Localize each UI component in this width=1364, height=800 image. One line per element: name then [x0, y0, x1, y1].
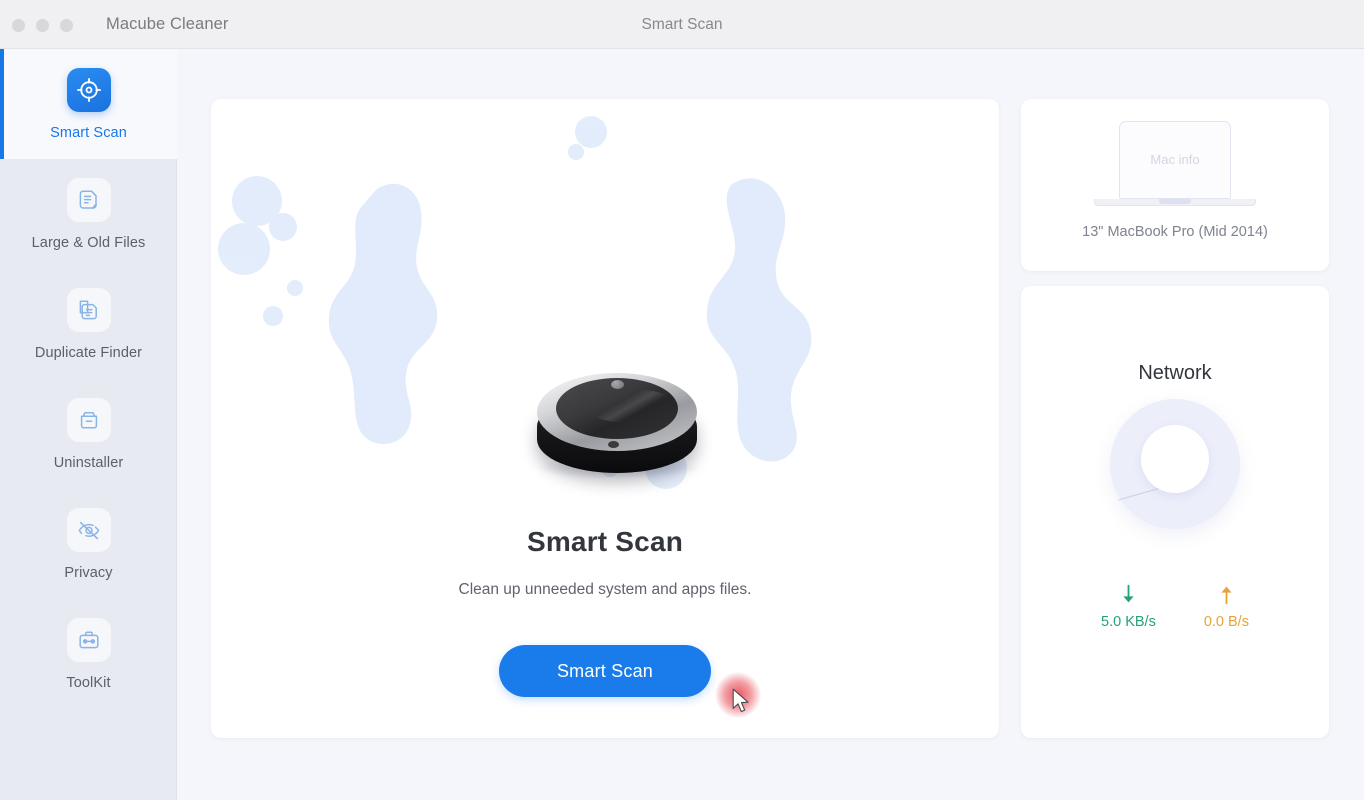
sidebar-item-label: Duplicate Finder: [34, 344, 143, 361]
robot-vacuum-illustration: [211, 99, 999, 519]
eye-off-icon: [66, 507, 111, 552]
robot-vacuum-device: [529, 365, 705, 481]
window-title: Smart Scan: [641, 16, 723, 33]
sidebar-item-large-and-old-files[interactable]: Large & Old Files: [0, 159, 177, 269]
sidebar-item-smart-scan[interactable]: Smart Scan: [0, 49, 177, 159]
target-scan-icon: [66, 67, 111, 112]
network-usage-donut: [1110, 399, 1240, 529]
upload-speed: 0.0 B/s: [1204, 584, 1249, 630]
title-bar: Macube Cleaner Smart Scan: [0, 0, 1364, 49]
network-card: Network 5.0 KB/s 0.0 B/s: [1021, 286, 1329, 738]
download-speed-value: 5.0 KB/s: [1101, 614, 1156, 630]
sidebar-item-label: Smart Scan: [50, 124, 127, 141]
macbook-icon: Mac info: [1021, 121, 1329, 213]
mouse-cursor: [732, 688, 751, 720]
sidebar-item-label: Privacy: [64, 564, 113, 581]
document-icon: [66, 177, 111, 222]
network-title: Network: [1138, 362, 1212, 384]
arrow-down-icon: [1121, 584, 1136, 614]
smart-scan-button[interactable]: Smart Scan: [499, 645, 711, 697]
upload-speed-value: 0.0 B/s: [1203, 614, 1249, 630]
download-speed: 5.0 KB/s: [1101, 584, 1156, 630]
sidebar: Smart Scan Large & Old Files Duplicate F…: [0, 49, 177, 800]
archive-box-icon: [66, 397, 111, 442]
sidebar-item-duplicate-finder[interactable]: Duplicate Finder: [0, 269, 177, 379]
sidebar-item-label: Large & Old Files: [31, 234, 146, 251]
mac-model-label: 13" MacBook Pro (Mid 2014): [1082, 224, 1268, 240]
page-subtitle: Clean up unneeded system and apps files.: [458, 581, 752, 598]
arrow-up-icon: [1219, 584, 1234, 614]
mac-info-card[interactable]: Mac info 13" MacBook Pro (Mid 2014): [1021, 99, 1329, 271]
page-title: Smart Scan: [526, 526, 684, 557]
mac-info-screen-label: Mac info: [1150, 152, 1200, 167]
sidebar-item-label: ToolKit: [66, 674, 111, 691]
network-speeds: 5.0 KB/s 0.0 B/s: [1021, 584, 1329, 630]
sidebar-item-privacy[interactable]: Privacy: [0, 489, 177, 599]
sidebar-item-uninstaller[interactable]: Uninstaller: [0, 379, 177, 489]
toolbox-icon: [66, 617, 111, 662]
app-window: Macube Cleaner Smart Scan Smart Scan Lar…: [0, 0, 1364, 800]
sidebar-item-label: Uninstaller: [53, 454, 124, 471]
duplicate-files-icon: [66, 287, 111, 332]
smart-scan-panel: Smart Scan Clean up unneeded system and …: [211, 99, 999, 738]
sidebar-item-toolkit[interactable]: ToolKit: [0, 599, 177, 709]
